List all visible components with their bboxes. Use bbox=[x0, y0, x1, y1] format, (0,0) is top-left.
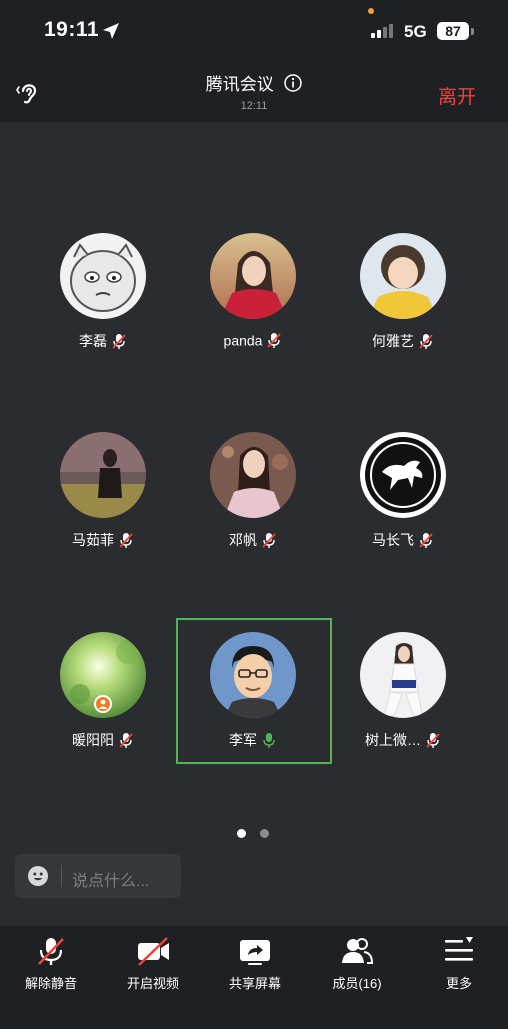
mic-muted-icon bbox=[419, 333, 433, 349]
avatar bbox=[60, 432, 146, 518]
page-dot-active[interactable] bbox=[237, 829, 246, 838]
members-button[interactable]: 成员(16) bbox=[306, 926, 408, 1006]
avatar bbox=[210, 432, 296, 518]
meeting-title-group: 腾讯会议 bbox=[0, 70, 508, 95]
mic-muted-icon bbox=[426, 732, 440, 748]
chat-input[interactable]: 说点什么... bbox=[15, 854, 181, 898]
avatar bbox=[360, 632, 446, 718]
info-icon[interactable] bbox=[284, 73, 302, 92]
participant-name-row: 李军 bbox=[198, 730, 308, 750]
participant-tile[interactable]: 何雅艺 bbox=[348, 233, 458, 349]
battery-icon: 87 bbox=[437, 22, 469, 40]
participant-name: 邓帆 bbox=[229, 532, 257, 548]
location-arrow-icon bbox=[103, 23, 119, 39]
unmute-label: 解除静音 bbox=[24, 976, 77, 991]
meeting-duration: 12:11 bbox=[240, 100, 268, 112]
emoji-icon[interactable] bbox=[28, 866, 48, 886]
participant-tile[interactable]: 李磊 bbox=[48, 233, 158, 349]
mic-muted-icon bbox=[267, 332, 282, 348]
page-indicator[interactable] bbox=[237, 829, 269, 838]
mic-muted-icon bbox=[262, 532, 276, 548]
participant-tile[interactable]: 马长飞 bbox=[348, 432, 458, 548]
chat-divider bbox=[61, 865, 62, 887]
status-time: 19:11 bbox=[44, 18, 100, 41]
members-icon bbox=[342, 938, 374, 964]
meeting-header: 腾讯会议 12:11 离开 bbox=[0, 62, 508, 122]
participant-tile-active[interactable]: 李军 bbox=[198, 632, 308, 748]
mic-muted-icon bbox=[419, 532, 433, 548]
bottom-toolbar: 解除静音 开启视频 共享屏幕 成员(16) 更多 bbox=[0, 926, 508, 1029]
participant-name-row: 何雅艺 bbox=[348, 331, 458, 351]
participant-name-row: 暖阳阳 bbox=[48, 730, 158, 750]
avatar bbox=[60, 233, 146, 319]
battery-tip bbox=[471, 28, 474, 35]
participant-name-row: panda bbox=[198, 331, 308, 349]
unmute-button[interactable]: 解除静音 bbox=[0, 926, 102, 1006]
participant-tile[interactable]: 树上微… bbox=[348, 632, 458, 748]
page-dot[interactable] bbox=[260, 829, 269, 838]
mic-muted-icon bbox=[119, 532, 133, 548]
meeting-title: 腾讯会议 bbox=[205, 75, 274, 94]
participant-name-row: 邓帆 bbox=[198, 530, 308, 550]
leave-button[interactable]: 离开 bbox=[438, 82, 476, 109]
participant-tile[interactable]: 马茹菲 bbox=[48, 432, 158, 548]
participant-tile[interactable]: 邓帆 bbox=[198, 432, 308, 548]
avatar bbox=[210, 632, 296, 718]
avatar bbox=[210, 233, 296, 319]
participant-tile[interactable]: 暖阳阳 bbox=[48, 632, 158, 748]
mic-speaking-icon bbox=[263, 732, 275, 748]
mic-muted-icon bbox=[119, 732, 133, 748]
participant-name-row: 马长飞 bbox=[348, 530, 458, 550]
participant-name: 李磊 bbox=[79, 333, 107, 349]
more-button[interactable]: 更多 bbox=[408, 926, 508, 1006]
privacy-indicator bbox=[368, 8, 374, 14]
network-type: 5G bbox=[404, 22, 427, 41]
participant-tile[interactable]: panda bbox=[198, 233, 308, 348]
participant-name: 李军 bbox=[229, 732, 257, 748]
start-video-label: 开启视频 bbox=[126, 976, 179, 991]
signal-icon bbox=[371, 24, 393, 38]
share-screen-label: 共享屏幕 bbox=[228, 976, 281, 991]
host-badge-icon bbox=[94, 695, 112, 713]
mic-muted-icon bbox=[112, 333, 126, 349]
avatar bbox=[360, 233, 446, 319]
participant-name: 树上微… bbox=[365, 732, 421, 748]
avatar bbox=[360, 432, 446, 518]
share-screen-button[interactable]: 共享屏幕 bbox=[204, 926, 306, 1006]
video-off-icon bbox=[138, 937, 169, 966]
participant-name: 暖阳阳 bbox=[72, 732, 114, 748]
start-video-button[interactable]: 开启视频 bbox=[102, 926, 204, 1006]
more-label: 更多 bbox=[445, 976, 472, 991]
participant-name: panda bbox=[223, 332, 263, 349]
chat-placeholder: 说点什么... bbox=[72, 873, 150, 890]
participant-name-row: 李磊 bbox=[48, 331, 158, 351]
share-screen-icon bbox=[240, 940, 270, 965]
participant-name-row: 树上微… bbox=[348, 730, 458, 750]
participant-name: 马茹菲 bbox=[72, 532, 114, 548]
status-bar: 19:11 5G 87 bbox=[0, 0, 508, 62]
more-icon bbox=[445, 937, 473, 961]
mic-off-icon bbox=[38, 938, 64, 965]
participant-name: 马长飞 bbox=[372, 532, 414, 548]
participant-name-row: 马茹菲 bbox=[48, 530, 158, 550]
participant-name: 何雅艺 bbox=[372, 333, 414, 349]
members-label: 成员(16) bbox=[332, 976, 382, 991]
